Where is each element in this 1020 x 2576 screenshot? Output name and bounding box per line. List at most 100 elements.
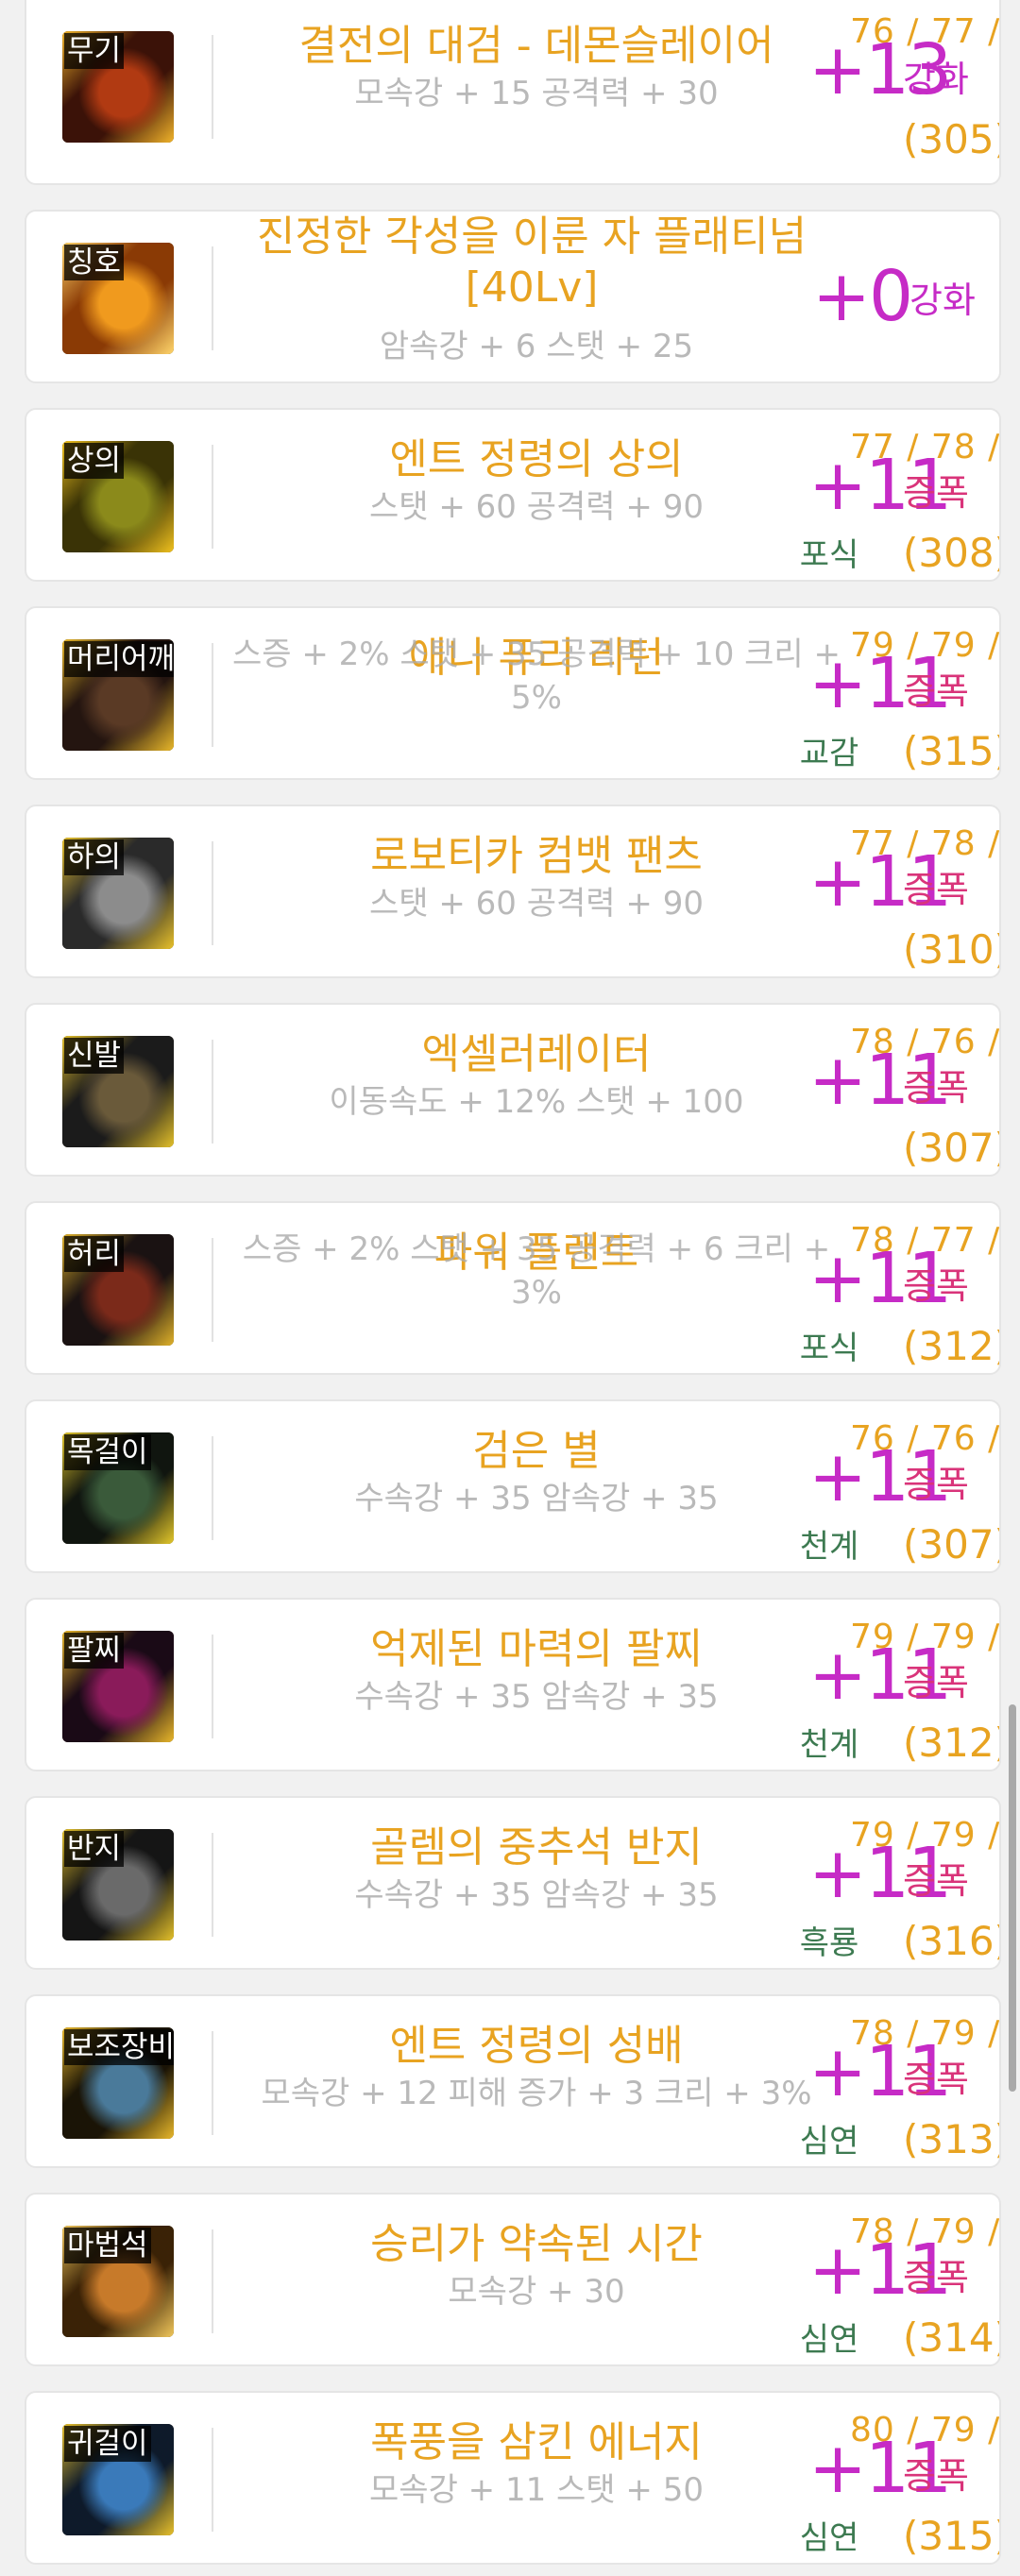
item-name: 엑셀러레이터 (421, 1030, 652, 1078)
bonus-label: 포식 (799, 1330, 859, 1367)
item-name: 골렘의 중추석 반지 (370, 1823, 703, 1872)
slot-label: 칭호 (64, 245, 125, 280)
item-stats: 암속강 + 6 스탯 + 25 (379, 328, 694, 365)
power-value: (312) (903, 1323, 1001, 1369)
divider (212, 1635, 213, 1738)
equipment-card-8[interactable]: 팔찌 억제된 마력의 팔찌 수속강 + 35 암속강 + 35 천계 79 / 79 /… (25, 1598, 1001, 1771)
power-value: (307) (903, 1125, 1001, 1171)
item-icon: 팔찌 (62, 1631, 174, 1742)
enchant-type: 증폭 (903, 2059, 969, 2100)
power-value: (310) (903, 926, 1001, 973)
slot-label: 허리 (64, 1236, 125, 1272)
item-stats: 스탯 + 60 공격력 + 90 (369, 488, 704, 526)
divider (212, 2031, 213, 2135)
item-icon: 신발 (62, 1036, 174, 1147)
power-value: (314) (903, 2314, 1001, 2361)
item-icon: 보조장비 (62, 2027, 174, 2139)
item-name: 억제된 마력의 팔찌 (370, 1625, 703, 1673)
power-value: (315) (903, 2513, 1001, 2559)
equipment-card-11[interactable]: 마법석승리가 약속된 시간모속강 + 30심연78 / 79 / 79 /+11… (25, 2193, 1001, 2366)
item-stats: 수속강 + 35 암속강 + 35 (354, 1876, 719, 1914)
enchant-type: 증폭 (903, 2455, 969, 2497)
enchant-type: 강화 (903, 59, 969, 100)
divider (212, 35, 213, 139)
equipment-card-5[interactable]: 신발엑셀러레이터이동속도 + 12% 스탯 + 10078 / 76 / 76 … (25, 1003, 1001, 1177)
item-name: 엔트 정령의 성배 (389, 2022, 684, 2070)
power-value: (312) (903, 1720, 1001, 1766)
item-icon: 무기 (62, 31, 174, 143)
slot-label: 신발 (64, 1038, 125, 1074)
equipment-card-3[interactable]: 머리어깨 애니 퓨리 리턴 스증 + 2% 스탯 + 35 공격력 + 10 크리 … (25, 606, 1001, 780)
divider (212, 1436, 213, 1540)
bonus-label: 천계 (799, 1528, 859, 1566)
scrollbar[interactable] (1009, 1704, 1016, 2092)
item-icon: 머리어깨 (62, 639, 174, 751)
enchant-type: 증폭 (903, 1067, 969, 1109)
item-stats: 모속강 + 30 (448, 2273, 625, 2311)
bonus-label: 포식 (799, 536, 859, 574)
divider (212, 445, 213, 549)
item-icon: 귀걸이 (62, 2424, 174, 2535)
divider (212, 1833, 213, 1937)
bonus-label: 천계 (799, 1726, 859, 1764)
power-value: (308) (903, 530, 1001, 576)
enchant-type: 증폭 (903, 670, 969, 712)
enchant-value: +0 (812, 256, 913, 337)
item-icon: 칭호 (62, 243, 174, 354)
divider (212, 1238, 213, 1342)
item-stats: 이동속도 + 12% 스탯 + 100 (329, 1083, 744, 1121)
item-stats: 스탯 + 60 공격력 + 90 (369, 885, 704, 923)
divider (212, 246, 213, 350)
item-name: 폭풍을 삼킨 에너지 (370, 2418, 703, 2466)
slot-label: 하의 (64, 839, 125, 875)
item-stats: 스증 + 2% 스탯 + 35 공격력 + 10 크리 + 5% (231, 636, 841, 717)
item-icon: 반지 (62, 1829, 174, 1940)
enchant-type: 증폭 (903, 1464, 969, 1505)
item-stats: 수속강 + 35 암속강 + 35 (354, 1480, 719, 1517)
power-value: (316) (903, 1918, 1001, 1964)
equipment-card-0[interactable]: 무기 결전의 대검 - 데몬슬레이어 모속강 + 15 공격력 + 30 76 / 7… (25, 0, 1001, 185)
enchant-type: 증폭 (903, 472, 969, 514)
item-stats: 수속강 + 35 암속강 + 35 (354, 1678, 719, 1716)
slot-label: 반지 (64, 1831, 125, 1867)
equipment-card-4[interactable]: 하의로보티카 컴뱃 팬츠스탯 + 60 공격력 + 9077 / 78 / 77… (25, 805, 1001, 978)
item-icon: 상의 (62, 441, 174, 552)
power-value: (307) (903, 1521, 1001, 1568)
divider (212, 1040, 213, 1144)
item-name: 진정한 각성을 이룬 자 플래티넘 [40Lv] (256, 212, 808, 312)
divider (212, 841, 213, 945)
item-icon: 허리 (62, 1234, 174, 1346)
divider (212, 2229, 213, 2333)
enchant-type: 증폭 (903, 869, 969, 910)
equipment-card-6[interactable]: 허리 파워 플랜트 스증 + 2% 스탯 + 35 공격력 + 6 크리 + 3% 포… (25, 1201, 1001, 1375)
enchant-type: 증폭 (903, 2257, 969, 2298)
item-name: 결전의 대검 - 데몬슬레이어 (298, 22, 774, 70)
item-icon: 목걸이 (62, 1432, 174, 1544)
slot-label: 상의 (64, 443, 125, 479)
equipment-card-9[interactable]: 반지 골렘의 중추석 반지 수속강 + 35 암속강 + 35 흑룡 79 / 79 /… (25, 1796, 1001, 1970)
slot-label: 보조장비 (64, 2029, 174, 2065)
slot-label: 목걸이 (64, 1434, 151, 1470)
equipment-card-12[interactable]: 귀걸이 폭풍을 삼킨 에너지 모속강 + 11 스탯 + 50 심연 80 / 79 /… (25, 2391, 1001, 2565)
bonus-label: 심연 (799, 2123, 859, 2161)
slot-label: 마법석 (64, 2228, 151, 2263)
item-icon: 마법석 (62, 2226, 174, 2337)
enchant-type: 증폭 (903, 1662, 969, 1703)
slot-label: 귀걸이 (64, 2426, 151, 2462)
equipment-card-1[interactable]: 칭호 진정한 각성을 이룬 자 플래티넘 [40Lv] 암속강 + 6 스탯 + 2… (25, 210, 1001, 383)
item-name: 검은 별 (472, 1427, 601, 1475)
item-stats: 스증 + 2% 스탯 + 35 공격력 + 6 크리 + 3% (242, 1230, 831, 1312)
item-stats: 모속강 + 11 스탯 + 50 (369, 2471, 704, 2509)
slot-label: 머리어깨 (64, 641, 174, 677)
equipment-card-7[interactable]: 목걸이검은 별수속강 + 35 암속강 + 35천계76 / 76 / 78 /… (25, 1399, 1001, 1573)
enchant-type: 강화 (910, 280, 976, 321)
item-name: 로보티카 컴뱃 팬츠 (370, 832, 703, 880)
item-name: 승리가 약속된 시간 (370, 2220, 703, 2268)
equipment-card-2[interactable]: 상의엔트 정령의 상의스탯 + 60 공격력 + 90포식77 / 78 / 7… (25, 408, 1001, 582)
item-stats: 모속강 + 12 피해 증가 + 3 크리 + 3% (261, 2075, 812, 2112)
slot-label: 무기 (64, 33, 125, 69)
slot-label: 팔찌 (64, 1633, 125, 1669)
item-name: 엔트 정령의 상의 (389, 435, 684, 483)
equipment-card-10[interactable]: 보조장비 엔트 정령의 성배모속강 + 12 피해 증가 + 3 크리 + 3% 심… (25, 1994, 1001, 2168)
enchant-type: 증폭 (903, 1860, 969, 1902)
